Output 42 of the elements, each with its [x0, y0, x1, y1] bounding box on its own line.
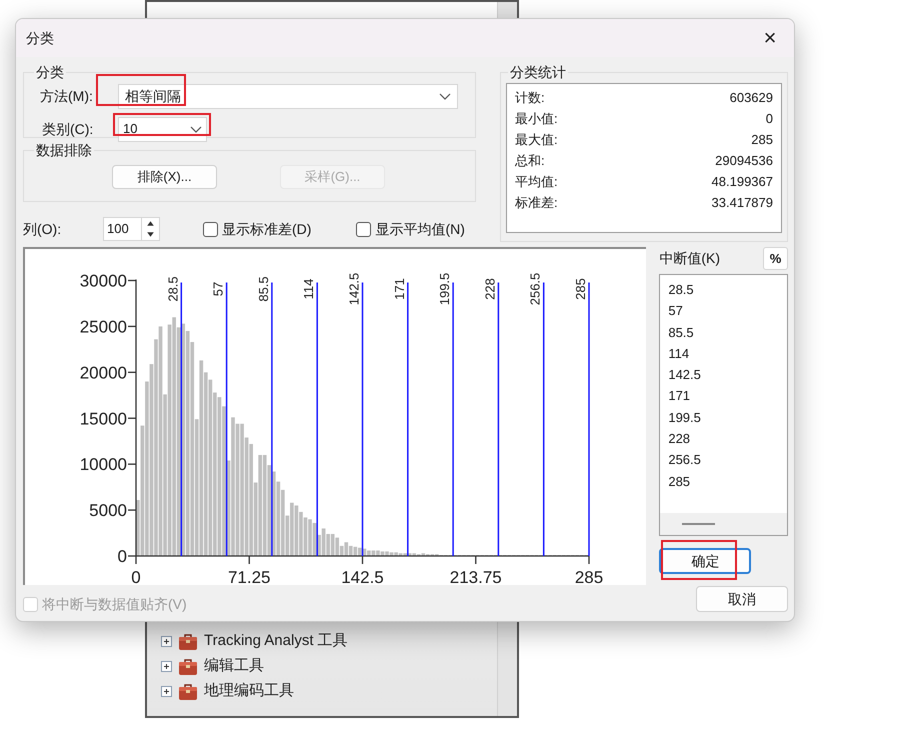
statistic-value: 33.417879 — [712, 194, 773, 212]
statistic-value: 0 — [766, 110, 773, 128]
statistic-label: 最小值: — [515, 110, 558, 128]
field-label: 类别(C): — [41, 120, 94, 139]
x-tick-label: 213.75 — [450, 568, 502, 585]
statistic-label: 最大值: — [515, 130, 558, 149]
break-label: 57 — [210, 282, 226, 296]
field-label: 方法(M): — [39, 86, 94, 106]
group-label: 分类统计 — [509, 63, 567, 82]
break-label: 199.5 — [437, 272, 452, 306]
statistic-value: 48.199367 — [712, 172, 773, 191]
breaks-label: 中断值(K) — [659, 249, 720, 268]
break-label: 85.5 — [256, 276, 271, 302]
break-label: 285 — [573, 278, 588, 300]
break-label: 28.5 — [165, 276, 180, 302]
statistic-value: 603629 — [730, 88, 773, 107]
y-tick-label: 25000 — [80, 317, 127, 336]
y-tick-label: 15000 — [80, 409, 127, 428]
y-tick-label: 5000 — [89, 501, 127, 520]
x-tick-label: 285 — [574, 568, 604, 585]
group-label: 分类 — [35, 63, 65, 82]
y-tick-label: 0 — [118, 547, 127, 566]
x-tick-label: 0 — [131, 568, 141, 585]
statistic-label: 计数: — [515, 88, 545, 107]
statistic-value: 29094536 — [715, 152, 773, 170]
field-label: 列(O): — [23, 220, 62, 239]
break-label: 171 — [392, 278, 407, 300]
statistic-value: 285 — [751, 130, 773, 149]
window-title: 分类 — [26, 28, 54, 48]
y-tick-label: 20000 — [80, 363, 127, 382]
break-label: 114 — [301, 278, 316, 300]
break-label: 228 — [482, 278, 498, 300]
x-tick-label: 142.5 — [341, 568, 384, 585]
y-tick-label: 30000 — [80, 272, 127, 290]
break-label: 256.5 — [528, 272, 543, 306]
group-label: 数据排除 — [35, 141, 93, 160]
statistic-label: 总和: — [515, 152, 545, 170]
statistic-label: 标准差: — [515, 194, 558, 212]
y-tick-label: 10000 — [80, 455, 127, 474]
x-tick-label: 71.25 — [228, 568, 271, 585]
break-label: 142.5 — [346, 272, 362, 306]
statistic-label: 平均值: — [515, 172, 558, 191]
